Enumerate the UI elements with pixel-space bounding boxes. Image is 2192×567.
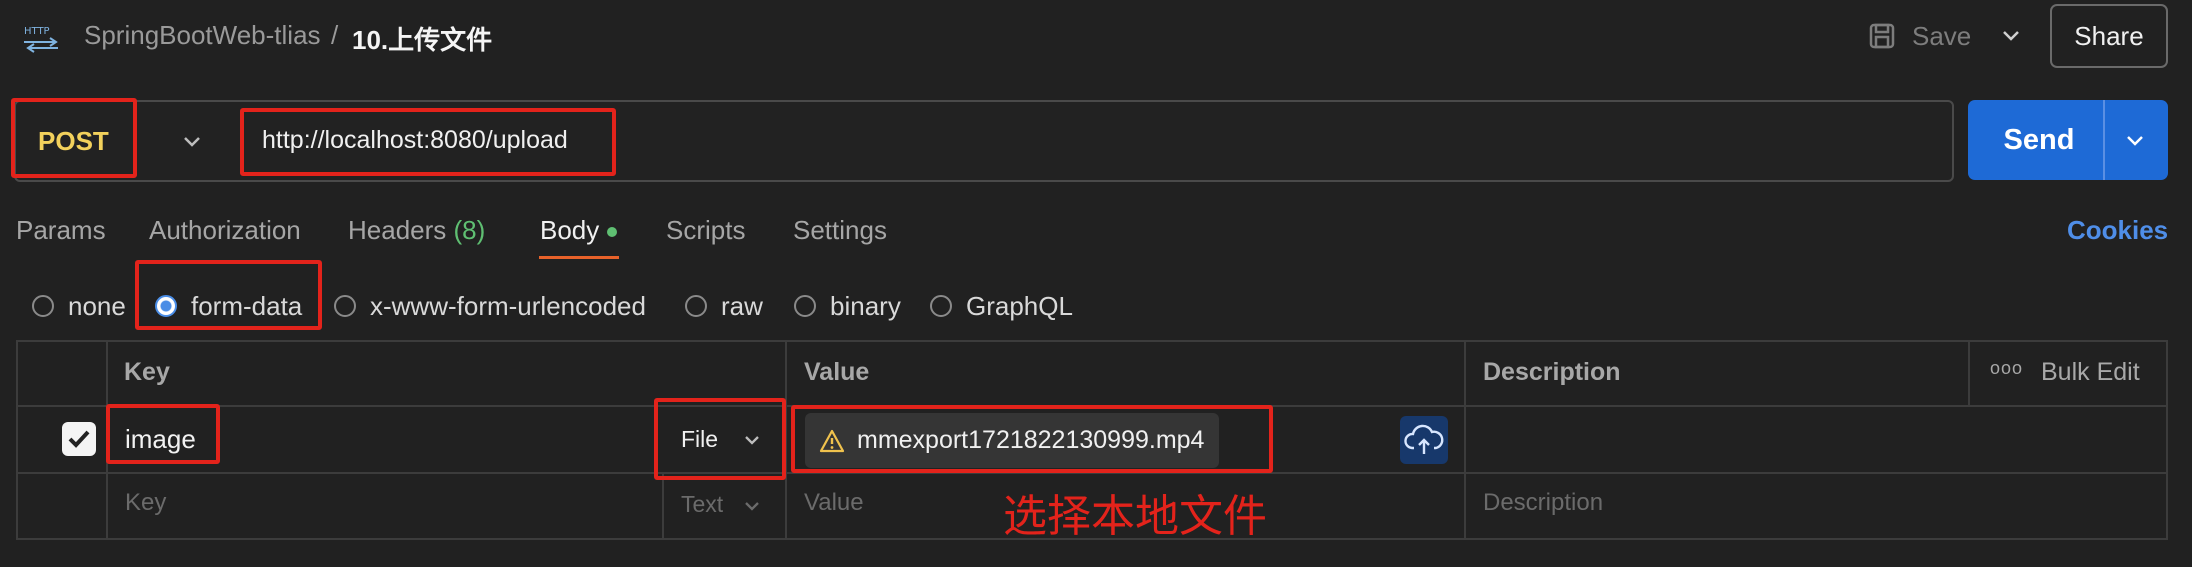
type-highlight bbox=[654, 398, 786, 480]
radio-binary-label: binary bbox=[830, 290, 901, 321]
radio-urlencoded-circle bbox=[334, 295, 356, 317]
tab-body-label: Body bbox=[540, 215, 600, 245]
share-button[interactable]: Share bbox=[2050, 4, 2168, 68]
radio-raw[interactable]: raw bbox=[685, 286, 763, 326]
key-highlight bbox=[106, 404, 220, 464]
new-type-chevron-icon[interactable] bbox=[742, 496, 762, 516]
chevron-down-icon[interactable] bbox=[2000, 24, 2022, 46]
col-header-value: Value bbox=[804, 358, 870, 386]
tab-headers[interactable]: Headers (8) bbox=[348, 215, 485, 246]
new-type-select[interactable]: Text bbox=[681, 491, 723, 518]
radio-graphql-label: GraphQL bbox=[966, 290, 1073, 321]
save-label: Save bbox=[1912, 20, 1972, 51]
annotation-text: 选择本地文件 bbox=[1003, 492, 1267, 541]
method-highlight bbox=[11, 98, 137, 178]
new-description-input[interactable]: Description bbox=[1483, 489, 1603, 517]
http-request-icon: HTTP bbox=[24, 26, 58, 53]
send-options-chevron-icon[interactable] bbox=[2124, 129, 2146, 151]
radio-none-label: none bbox=[68, 290, 126, 321]
radio-binary[interactable]: binary bbox=[794, 286, 901, 326]
col-divider-actions bbox=[1968, 340, 1970, 406]
cloud-upload-icon bbox=[1404, 424, 1444, 454]
send-divider bbox=[2103, 100, 2105, 180]
tab-authorization[interactable]: Authorization bbox=[149, 215, 301, 246]
tab-body[interactable]: Body bbox=[540, 215, 618, 246]
save-icon bbox=[1869, 23, 1895, 49]
active-tab-indicator bbox=[539, 256, 619, 259]
radio-urlencoded-label: x-www-form-urlencoded bbox=[370, 290, 646, 321]
cookies-link[interactable]: Cookies bbox=[2067, 215, 2168, 246]
form-data-highlight bbox=[135, 260, 322, 330]
radio-binary-circle bbox=[794, 295, 816, 317]
tab-scripts[interactable]: Scripts bbox=[666, 215, 745, 246]
radio-none[interactable]: none bbox=[32, 286, 126, 326]
check-icon bbox=[68, 430, 90, 448]
tab-params[interactable]: Params bbox=[16, 215, 106, 246]
col-header-description: Description bbox=[1483, 358, 1621, 386]
col-divider-description bbox=[1464, 340, 1466, 540]
tab-headers-label: Headers bbox=[348, 215, 447, 245]
more-options-icon[interactable]: ooo bbox=[1990, 358, 2023, 379]
radio-raw-circle bbox=[685, 295, 707, 317]
headers-count-badge: (8) bbox=[453, 215, 486, 245]
body-status-dot bbox=[607, 227, 618, 238]
value-highlight bbox=[791, 405, 1273, 473]
radio-graphql[interactable]: GraphQL bbox=[930, 286, 1073, 326]
col-divider-type bbox=[662, 472, 664, 540]
page-title[interactable]: 10.上传文件 bbox=[352, 20, 492, 57]
col-header-key: Key bbox=[124, 358, 170, 386]
new-value-input[interactable]: Value bbox=[804, 489, 864, 517]
svg-text:HTTP: HTTP bbox=[24, 26, 50, 37]
breadcrumb-separator: / bbox=[331, 20, 339, 50]
tab-settings[interactable]: Settings bbox=[793, 215, 887, 246]
save-button[interactable]: Save bbox=[1868, 16, 1971, 56]
radio-urlencoded[interactable]: x-www-form-urlencoded bbox=[334, 286, 646, 326]
radio-graphql-circle bbox=[930, 295, 952, 317]
radio-raw-label: raw bbox=[721, 290, 763, 321]
radio-none-circle bbox=[32, 295, 54, 317]
send-label: Send bbox=[2003, 123, 2075, 156]
new-key-input[interactable]: Key bbox=[125, 489, 166, 517]
share-label: Share bbox=[2074, 20, 2144, 51]
breadcrumb-collection[interactable]: SpringBootWeb-tlias bbox=[84, 20, 321, 51]
bulk-edit-button[interactable]: Bulk Edit bbox=[2041, 358, 2140, 387]
upload-cloud-button[interactable] bbox=[1400, 416, 1448, 464]
row-enabled-checkbox[interactable] bbox=[62, 422, 96, 456]
method-dropdown-icon[interactable] bbox=[181, 130, 203, 152]
url-highlight bbox=[240, 108, 616, 176]
